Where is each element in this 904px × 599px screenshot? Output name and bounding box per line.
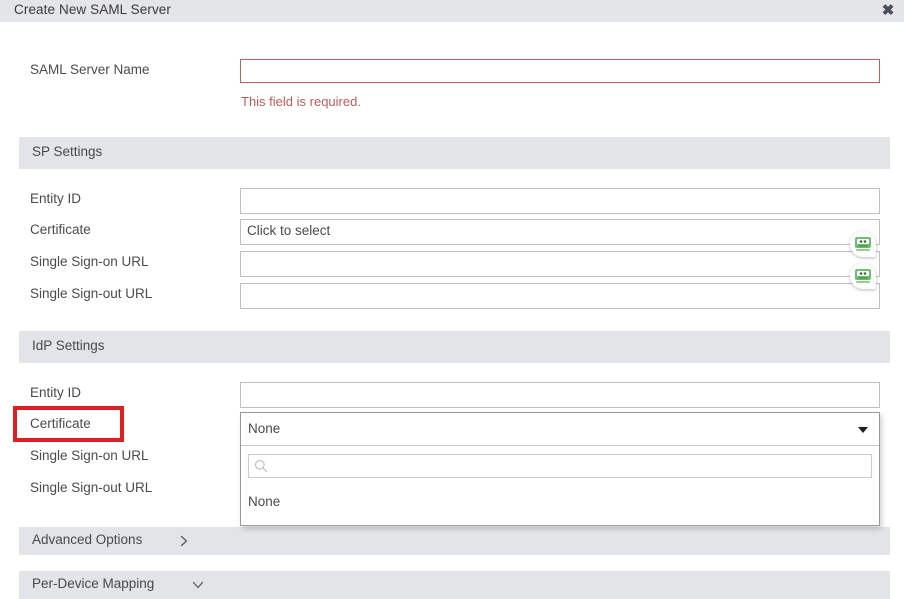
sp-slo-url-input[interactable] bbox=[240, 283, 880, 309]
idp-certificate-label: Certificate bbox=[30, 416, 91, 431]
password-manager-robot-icon[interactable] bbox=[850, 263, 876, 289]
saml-server-dialog: Create New SAML Server ✖ SAML Server Nam… bbox=[0, 0, 904, 599]
per-device-mapping-label: Per-Device Mapping bbox=[32, 576, 155, 591]
password-manager-robot-icon[interactable] bbox=[850, 231, 876, 257]
idp-sso-url-label: Single Sign-on URL bbox=[30, 448, 149, 463]
sp-entity-id-input[interactable] bbox=[240, 188, 880, 214]
dropdown-option-none[interactable]: None bbox=[241, 489, 879, 517]
chevron-right-icon[interactable] bbox=[177, 534, 191, 548]
search-icon bbox=[254, 459, 268, 473]
idp-certificate-dropdown: None None bbox=[240, 412, 880, 526]
saml-server-name-error: This field is required. bbox=[241, 94, 361, 109]
idp-certificate-selected-value: None bbox=[248, 421, 281, 436]
sp-entity-id-label: Entity ID bbox=[30, 191, 82, 206]
idp-slo-url-label: Single Sign-out URL bbox=[30, 480, 153, 495]
saml-server-name-input[interactable] bbox=[240, 59, 880, 83]
dropdown-search-box[interactable] bbox=[248, 454, 872, 478]
sp-sso-url-input[interactable] bbox=[240, 251, 880, 277]
dialog-titlebar: Create New SAML Server ✖ bbox=[0, 0, 904, 22]
section-header-sp-settings-label: SP Settings bbox=[32, 144, 103, 159]
sp-slo-url-label: Single Sign-out URL bbox=[30, 286, 153, 301]
sp-sso-url-label: Single Sign-on URL bbox=[30, 254, 149, 269]
chevron-down-icon[interactable] bbox=[858, 427, 868, 433]
sp-certificate-picker[interactable]: Click to select bbox=[240, 219, 880, 245]
sp-certificate-label: Certificate bbox=[30, 222, 91, 237]
idp-certificate-select[interactable]: None bbox=[241, 413, 879, 446]
advanced-options-section[interactable]: Advanced Options bbox=[19, 527, 890, 555]
idp-entity-id-input[interactable] bbox=[240, 382, 880, 408]
dropdown-option-label: None bbox=[248, 494, 281, 509]
section-header-idp-settings-label: IdP Settings bbox=[32, 338, 105, 353]
per-device-mapping-section[interactable]: Per-Device Mapping bbox=[19, 571, 890, 599]
close-icon[interactable]: ✖ bbox=[879, 2, 897, 20]
section-header-idp-settings: IdP Settings bbox=[19, 331, 890, 363]
chevron-down-icon[interactable] bbox=[191, 578, 205, 592]
sp-certificate-value: Click to select bbox=[247, 223, 331, 238]
dialog-title: Create New SAML Server bbox=[14, 2, 172, 17]
dropdown-search-input[interactable] bbox=[275, 455, 865, 477]
idp-entity-id-label: Entity ID bbox=[30, 385, 82, 400]
saml-server-name-label: SAML Server Name bbox=[30, 62, 150, 77]
advanced-options-label: Advanced Options bbox=[32, 532, 143, 547]
section-header-sp-settings: SP Settings bbox=[19, 137, 890, 169]
